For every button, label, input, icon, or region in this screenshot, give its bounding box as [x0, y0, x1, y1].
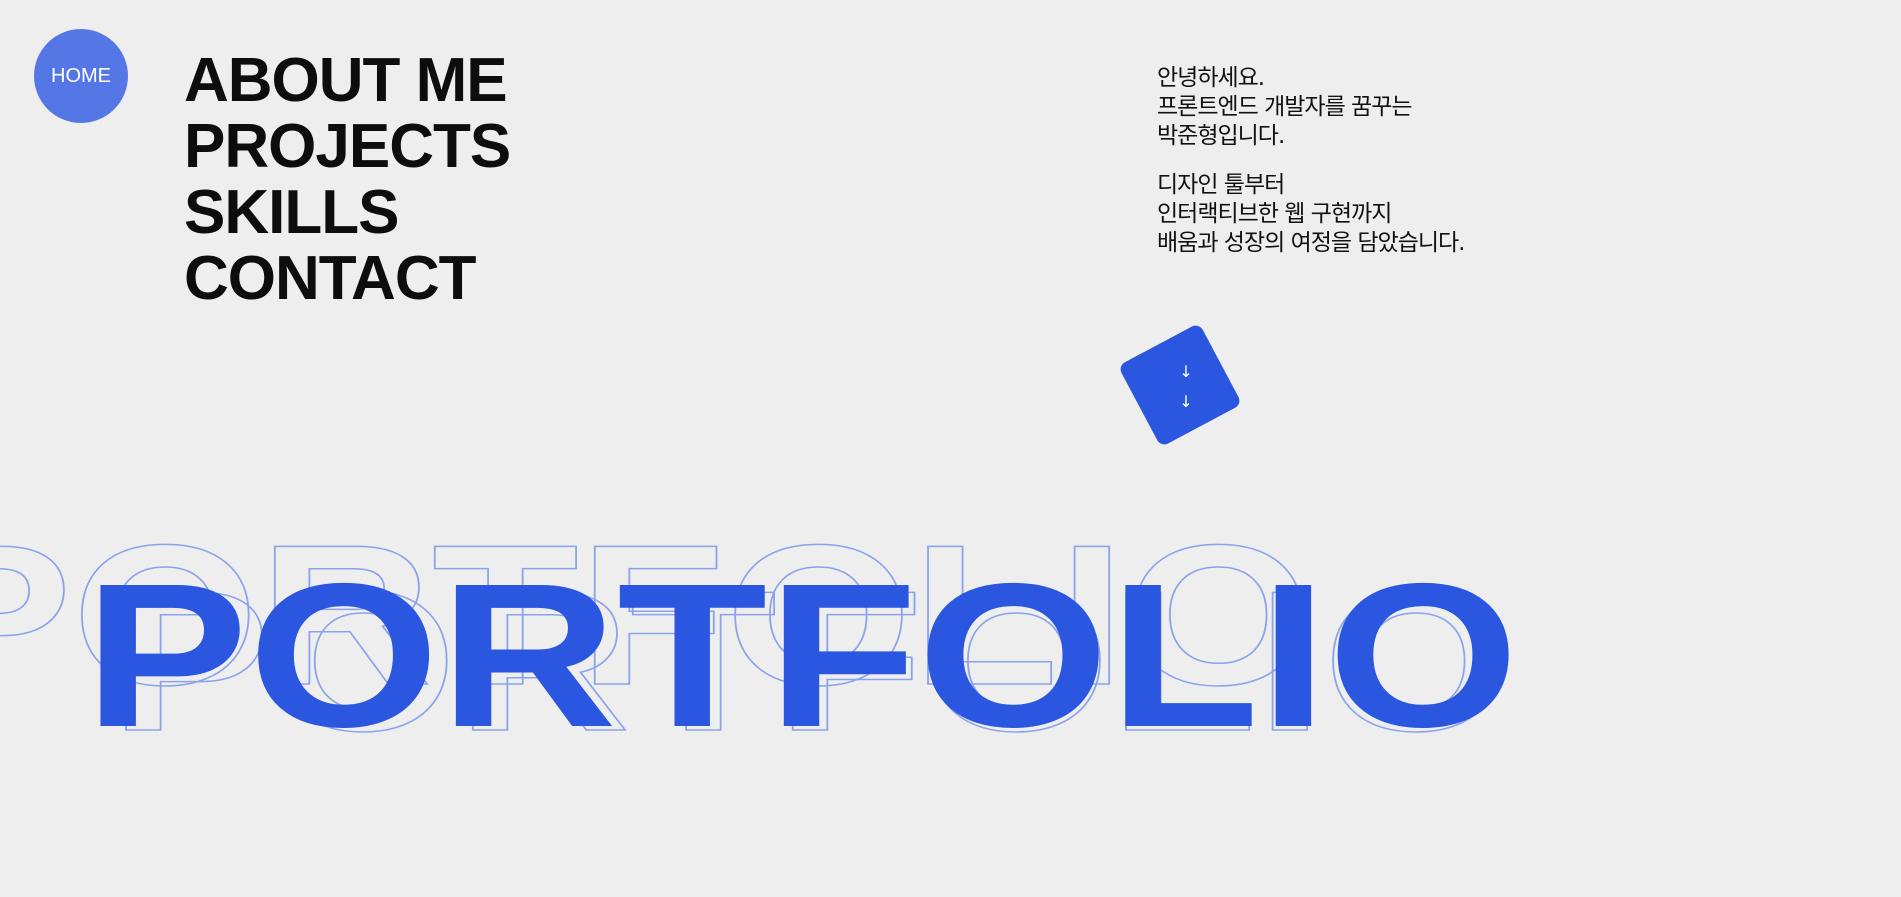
intro-line: 안녕하세요. [1157, 65, 1265, 91]
nav-item-projects[interactable]: PROJECTS [184, 114, 511, 180]
intro-line: 인터랙티브한 웹 구현까지 [1157, 201, 1392, 227]
hero-banner: PORTFOLIO PORTFOLIO PORTFOLIO [0, 520, 1901, 820]
hero-title: PORTFOLIO [84, 541, 1519, 770]
nav-item-skills[interactable]: SKILLS [184, 180, 510, 246]
scroll-down-button[interactable] [1117, 322, 1243, 448]
nav-item-about-me[interactable]: ABOUT ME [184, 48, 510, 114]
intro-line: 프론트엔드 개발자를 꿈꾸는 [1157, 94, 1413, 120]
home-button[interactable]: HOME [34, 29, 128, 123]
intro-text: 안녕하세요. 프론트엔드 개발자를 꿈꾸는 박준형입니다. 디자인 툴부터 인터… [1157, 64, 1465, 278]
intro-line: 박준형입니다. [1157, 123, 1285, 149]
intro-line: 디자인 툴부터 [1157, 172, 1285, 198]
intro-paragraph-2: 디자인 툴부터 인터랙티브한 웹 구현까지 배움과 성장의 여정을 담았습니다. [1157, 171, 1465, 258]
nav-item-contact[interactable]: CONTACT [184, 246, 510, 312]
intro-line: 배움과 성장의 여정을 담았습니다. [1157, 230, 1465, 256]
home-button-label: HOME [51, 64, 111, 87]
main-nav: ABOUT ME PROJECTS SKILLS CONTACT [184, 48, 511, 312]
intro-paragraph-1: 안녕하세요. 프론트엔드 개발자를 꿈꾸는 박준형입니다. [1157, 64, 1464, 151]
